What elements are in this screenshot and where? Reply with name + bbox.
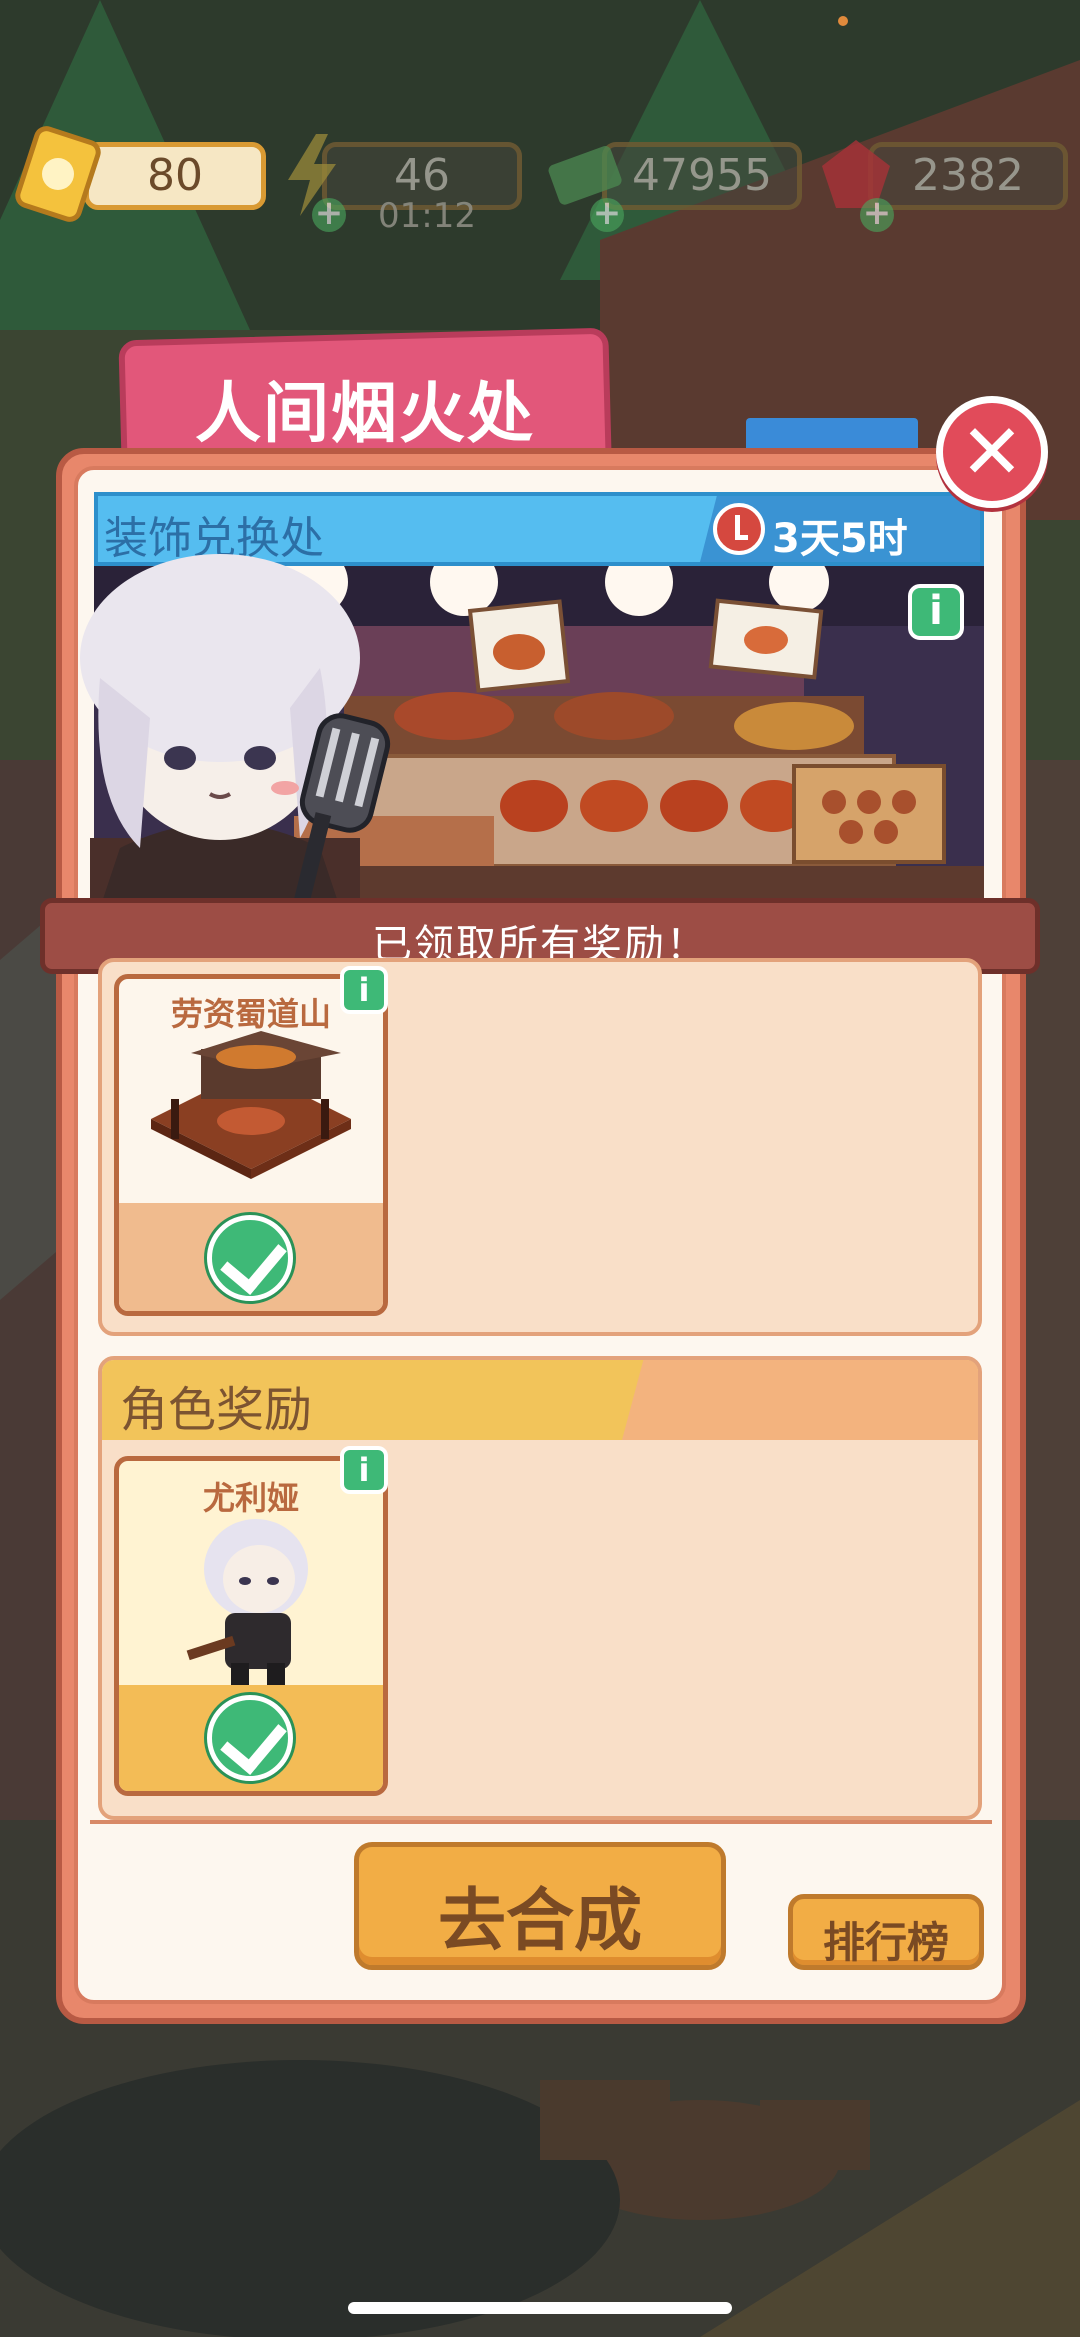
event-timer: 3天5时: [772, 516, 908, 562]
cash-plus-icon[interactable]: +: [590, 196, 624, 232]
header-accent: [622, 1360, 978, 1440]
check-icon: [207, 1695, 293, 1781]
popup-title: 人间烟火处: [195, 375, 535, 452]
clock-icon: [713, 503, 765, 555]
close-icon: ✕: [960, 407, 1024, 496]
leaderboard-button[interactable]: 排行榜: [788, 1894, 984, 1970]
character-sprite-image: [186, 1519, 308, 1685]
ticket-icon: [15, 126, 101, 222]
ticket-counter[interactable]: 80: [10, 126, 266, 222]
decoration-info-icon[interactable]: i: [340, 966, 388, 1014]
gem-value: 2382: [868, 142, 1068, 210]
status-dot: [838, 16, 848, 26]
go-merge-label: 去合成: [437, 1882, 642, 1961]
character-info-icon[interactable]: i: [340, 1446, 388, 1494]
go-merge-button[interactable]: 去合成: [354, 1842, 726, 1970]
cash-value: 47955: [602, 142, 802, 210]
leaderboard-label: 排行榜: [822, 1918, 949, 1967]
chef-character-illustration: [80, 554, 391, 908]
home-indicator[interactable]: [348, 2302, 732, 2314]
ticket-value: 80: [84, 142, 266, 210]
check-icon: [207, 1215, 293, 1301]
gem-plus-icon[interactable]: +: [860, 196, 894, 232]
close-button[interactable]: ✕: [936, 396, 1048, 508]
divider: [90, 1820, 992, 1824]
energy-timer: 01:12: [378, 196, 476, 236]
character-reward-card[interactable]: 尤利娅: [114, 1456, 388, 1796]
decoration-reward-card[interactable]: 劳资蜀道山: [114, 974, 388, 1316]
cash-counter[interactable]: 47955 +: [546, 142, 806, 232]
stage-decoration-image: [151, 1031, 351, 1179]
banner-info-icon[interactable]: i: [908, 584, 964, 640]
energy-plus-icon[interactable]: +: [312, 196, 346, 232]
gem-counter[interactable]: 2382 +: [816, 140, 1072, 232]
character-reward-title: 角色奖励: [120, 1382, 313, 1438]
